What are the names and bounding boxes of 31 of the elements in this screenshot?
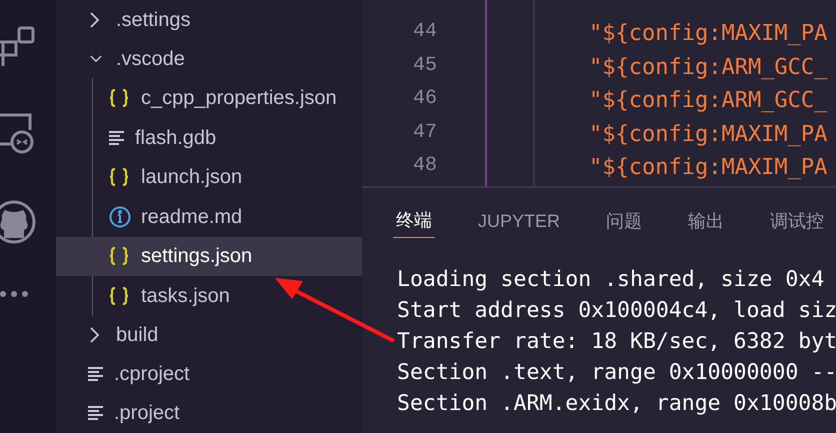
panel-tab[interactable]: JUPYTER xyxy=(475,203,564,238)
tree-item[interactable]: .project xyxy=(56,394,362,433)
terminal-line: Section .text, range 0x10000000 -- xyxy=(397,359,836,387)
line-number: 47 xyxy=(412,120,437,146)
line-number: 46 xyxy=(412,86,437,112)
line-number: 48 xyxy=(412,153,437,180)
tree-item[interactable]: flash.gdb xyxy=(56,118,362,158)
terminal-line: Transfer rate: 18 KB/sec, 6382 byt xyxy=(397,328,836,356)
tree-item[interactable]: launch.json xyxy=(56,157,362,197)
terminal-line: Start address 0x100004c4, load siz xyxy=(397,297,836,325)
panel-tab[interactable]: 调试控 xyxy=(767,203,828,238)
code-line: "${config:MAXIM_PA xyxy=(589,120,828,149)
line-number: 45 xyxy=(412,52,437,79)
tree-item[interactable]: build xyxy=(56,316,362,355)
tree-item[interactable]: settings.json xyxy=(56,236,362,276)
tree-item[interactable]: .vscode xyxy=(56,39,362,78)
tree-item[interactable]: readme.md xyxy=(56,196,362,237)
tree-item[interactable]: .settings xyxy=(56,0,362,40)
code-line: "${config:MAXIM_PA xyxy=(589,20,828,48)
tree-item[interactable]: tasks.json xyxy=(56,276,362,316)
line-number: 44 xyxy=(412,19,437,45)
tree-item[interactable]: .cproject xyxy=(56,354,362,394)
code-line: "${config:ARM_GCC_ xyxy=(589,87,828,116)
code-line: "${config:ARM_GCC_ xyxy=(589,54,828,82)
terminal-line: Loading section .shared, size 0x4 xyxy=(397,266,826,294)
tree-item[interactable]: c_cpp_properties.json xyxy=(56,78,362,118)
panel-tab[interactable]: 终端 xyxy=(393,203,435,238)
panel-tab[interactable]: 问题 xyxy=(603,203,646,238)
terminal-line: Section .ARM.exidx, range 0x10008b xyxy=(397,390,836,418)
code-line: "${config:MAXIM_PA xyxy=(589,154,828,182)
panel-tab[interactable]: 输出 xyxy=(685,203,728,238)
